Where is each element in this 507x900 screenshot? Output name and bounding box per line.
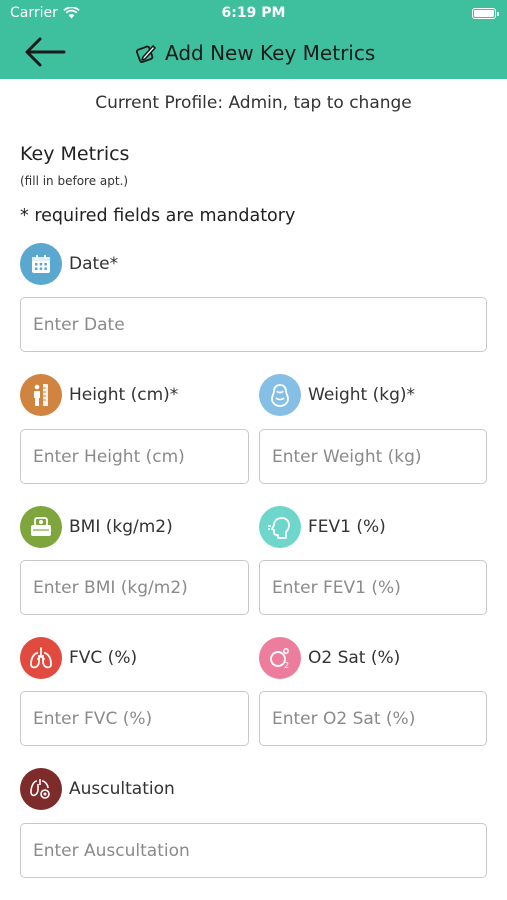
auscultation-input[interactable] [20, 823, 487, 878]
battery-icon [472, 8, 499, 19]
fvc-label: FVC (%) [69, 648, 138, 668]
fev1-label-group: FEV1 (%) [259, 506, 386, 548]
o2sat-input[interactable] [259, 691, 487, 746]
lungs-icon [20, 637, 62, 679]
breath-head-icon [259, 506, 301, 548]
current-profile-link[interactable]: Current Profile: Admin, tap to change [0, 93, 507, 113]
scale-icon [20, 506, 62, 548]
date-input[interactable] [20, 297, 487, 352]
auscultation-label: Auscultation [69, 779, 175, 799]
o2sat-label: O2 Sat (%) [308, 648, 401, 668]
weight-label-group: Weight (kg)* [259, 374, 415, 416]
fvc-label-group: FVC (%) [20, 637, 137, 679]
height-label: Height (cm)* [69, 385, 179, 405]
fev1-label: FEV1 (%) [308, 517, 386, 537]
stethoscope-lungs-icon [20, 768, 62, 810]
weight-body-icon [259, 374, 301, 416]
pencil-edit-icon [135, 45, 156, 63]
weight-input[interactable] [259, 429, 487, 484]
back-button[interactable] [24, 36, 66, 68]
svg-text:2: 2 [284, 661, 289, 670]
o2sat-label-group: 2 O2 Sat (%) [259, 637, 400, 679]
bmi-input[interactable] [20, 560, 249, 615]
fvc-input[interactable] [20, 691, 249, 746]
section-subtitle: (fill in before apt.) [20, 174, 129, 188]
auscultation-label-group: Auscultation [20, 768, 175, 810]
fev1-input[interactable] [259, 560, 487, 615]
oxygen-icon: 2 [259, 637, 301, 679]
required-note: * required fields are mandatory [20, 206, 296, 226]
page-title-group: Add New Key Metrics [135, 40, 375, 66]
weight-label: Weight (kg)* [308, 385, 416, 405]
section-title: Key Metrics [20, 143, 130, 165]
arrow-left-icon [25, 37, 66, 67]
date-label-group: Date* [20, 243, 118, 285]
height-input[interactable] [20, 429, 249, 484]
bmi-label: BMI (kg/m2) [69, 517, 173, 537]
status-bar: Carrier 6:19 PM [0, 0, 507, 26]
date-label: Date* [69, 254, 119, 274]
bmi-label-group: BMI (kg/m2) [20, 506, 173, 548]
app-header: Carrier 6:19 PM Add New Key Metrics [0, 0, 507, 79]
calendar-icon [20, 243, 62, 285]
page-title: Add New Key Metrics [165, 41, 376, 65]
height-measure-icon [20, 374, 62, 416]
status-time: 6:19 PM [221, 5, 286, 21]
height-label-group: Height (cm)* [20, 374, 178, 416]
